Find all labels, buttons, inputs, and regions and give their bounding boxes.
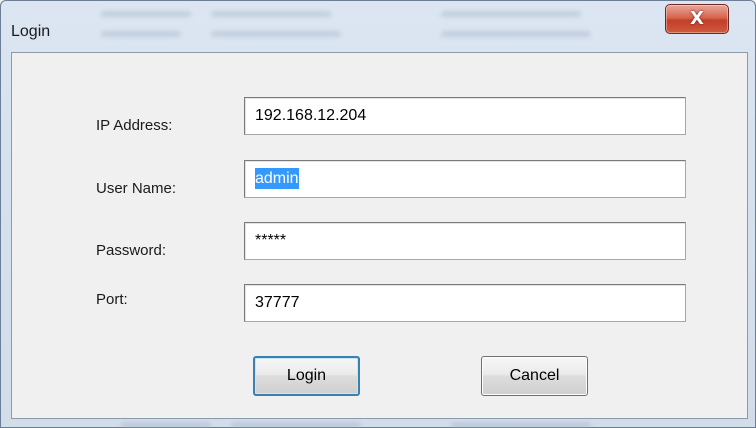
- port-label: Port:: [96, 291, 128, 308]
- glass-texture: [211, 11, 331, 17]
- user-name-label: User Name:: [96, 180, 177, 197]
- glass-texture: [441, 11, 581, 17]
- login-button[interactable]: Login: [253, 356, 360, 396]
- glass-texture: [441, 31, 591, 37]
- ip-address-field[interactable]: 192.168.12.204: [244, 97, 686, 135]
- glass-texture: [451, 422, 591, 428]
- glass-texture: [101, 11, 191, 17]
- ip-address-label: IP Address:: [96, 117, 173, 134]
- port-field[interactable]: 37777: [244, 284, 686, 322]
- glass-texture: [211, 31, 341, 37]
- close-button[interactable]: X: [665, 4, 729, 34]
- login-dialog: Login X IP Address: 192.168.12.204 User …: [0, 0, 756, 428]
- password-field[interactable]: *****: [244, 222, 686, 260]
- user-name-field[interactable]: admin: [244, 160, 686, 198]
- user-name-value: admin: [255, 168, 299, 189]
- dialog-body: IP Address: 192.168.12.204 User Name: ad…: [11, 52, 748, 419]
- glass-texture: [121, 422, 211, 428]
- glass-texture: [101, 31, 181, 37]
- glass-texture: [231, 422, 361, 428]
- cancel-button[interactable]: Cancel: [481, 356, 588, 396]
- password-label: Password:: [96, 242, 167, 259]
- window-title: Login: [11, 23, 51, 40]
- close-icon: X: [690, 8, 704, 29]
